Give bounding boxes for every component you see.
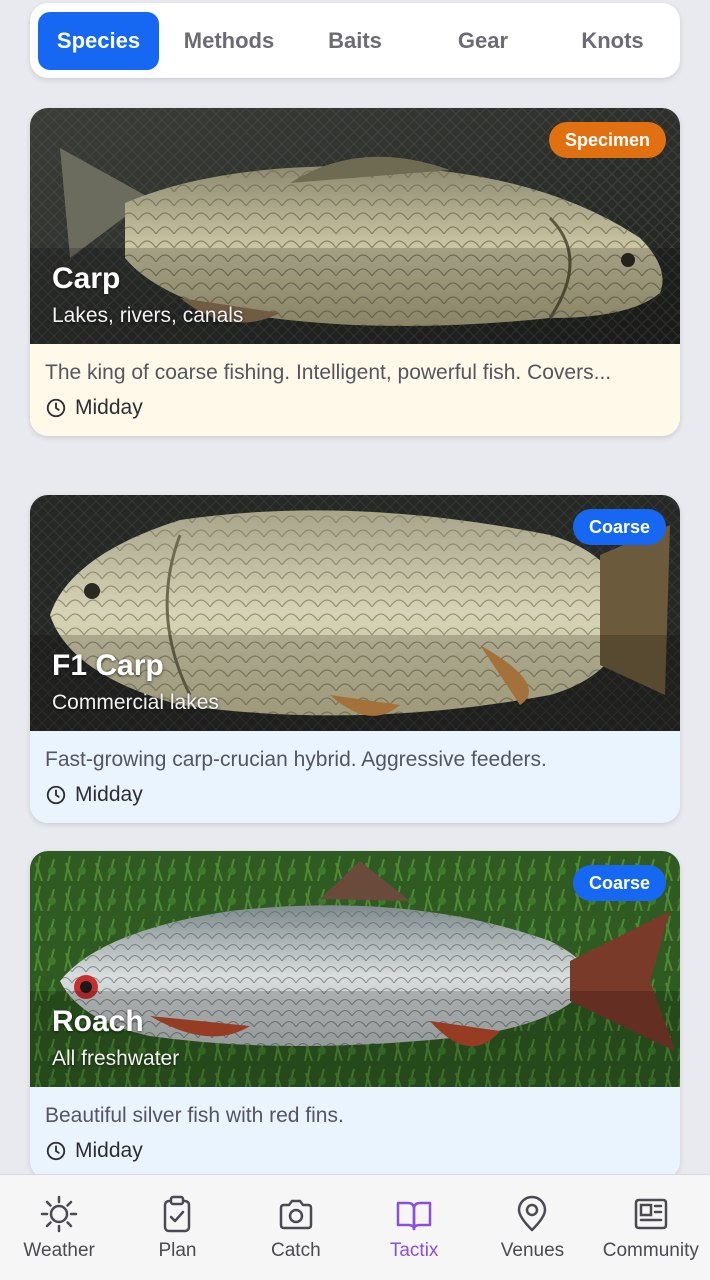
clock-icon	[46, 1141, 66, 1161]
nav-label: Community	[602, 1239, 699, 1261]
best-time-row: Midday	[45, 396, 665, 420]
card-body: Beautiful silver fish with red fins. Mid…	[30, 1087, 680, 1179]
best-time-row: Midday	[45, 783, 665, 807]
nav-label: Venues	[500, 1239, 565, 1261]
clock-icon	[46, 398, 66, 418]
nav-label: Tactix	[389, 1239, 439, 1261]
roach-photo: Coarse Roach All freshwater	[30, 851, 680, 1087]
nav-tactix[interactable]: Tactix	[355, 1175, 473, 1280]
nav-label: Plan	[158, 1239, 197, 1261]
nav-plan[interactable]: Plan	[118, 1175, 236, 1280]
tab-methods[interactable]: Methods	[159, 12, 299, 70]
category-tabs: Species Methods Baits Gear Knots	[30, 3, 680, 78]
nav-weather[interactable]: Weather	[0, 1175, 118, 1280]
tab-baits[interactable]: Baits	[299, 12, 411, 70]
best-time-label: Midday	[75, 783, 143, 806]
map-pin-icon	[518, 1195, 547, 1231]
f1-carp-photo: Coarse F1 Carp Commercial lakes	[30, 495, 680, 731]
species-title: F1 Carp	[52, 649, 164, 682]
camera-icon	[279, 1199, 313, 1229]
species-title: Roach	[52, 1005, 144, 1038]
species-habitat: All freshwater	[52, 1047, 180, 1070]
card-body: The king of coarse fishing. Intelligent,…	[30, 344, 680, 436]
best-time-row: Midday	[45, 1139, 665, 1163]
nav-community[interactable]: Community	[592, 1175, 710, 1280]
species-description: Beautiful silver fish with red fins.	[45, 1104, 344, 1127]
specimen-badge: Specimen	[548, 122, 666, 158]
book-open-icon	[396, 1201, 432, 1230]
species-card-roach[interactable]: Coarse Roach All freshwater Beautiful si…	[30, 851, 680, 1179]
nav-label: Catch	[271, 1239, 321, 1261]
nav-venues[interactable]: Venues	[473, 1175, 591, 1280]
carp-photo: Specimen Carp Lakes, rivers, canals	[30, 108, 680, 344]
species-card-f1-carp[interactable]: Coarse F1 Carp Commercial lakes Fast-gro…	[30, 495, 680, 823]
clipboard-check-icon	[164, 1195, 191, 1232]
bottom-navigation: Weather Plan Catch Tactix Venues Communi…	[0, 1174, 710, 1280]
newspaper-icon	[634, 1198, 668, 1229]
species-habitat: Commercial lakes	[52, 691, 219, 714]
tab-species[interactable]: Species	[38, 11, 159, 70]
coarse-badge: Coarse	[572, 865, 666, 901]
tab-gear[interactable]: Gear	[411, 12, 555, 70]
tactix-species-screen: Species Methods Baits Gear Knots Specime…	[0, 0, 710, 1280]
sun-icon	[40, 1195, 78, 1232]
card-body: Fast-growing carp-crucian hybrid. Aggres…	[30, 731, 680, 823]
clock-icon	[46, 785, 66, 805]
species-habitat: Lakes, rivers, canals	[52, 304, 244, 327]
nav-label: Weather	[23, 1239, 95, 1261]
species-description: Fast-growing carp-crucian hybrid. Aggres…	[45, 748, 547, 771]
coarse-badge: Coarse	[572, 509, 666, 545]
species-title: Carp	[52, 262, 121, 295]
species-description: The king of coarse fishing. Intelligent,…	[45, 361, 612, 384]
best-time-label: Midday	[75, 1139, 143, 1162]
nav-catch[interactable]: Catch	[237, 1175, 355, 1280]
tab-knots[interactable]: Knots	[555, 12, 670, 70]
best-time-label: Midday	[75, 396, 143, 419]
species-card-carp[interactable]: Specimen Carp Lakes, rivers, canals The …	[30, 108, 680, 436]
